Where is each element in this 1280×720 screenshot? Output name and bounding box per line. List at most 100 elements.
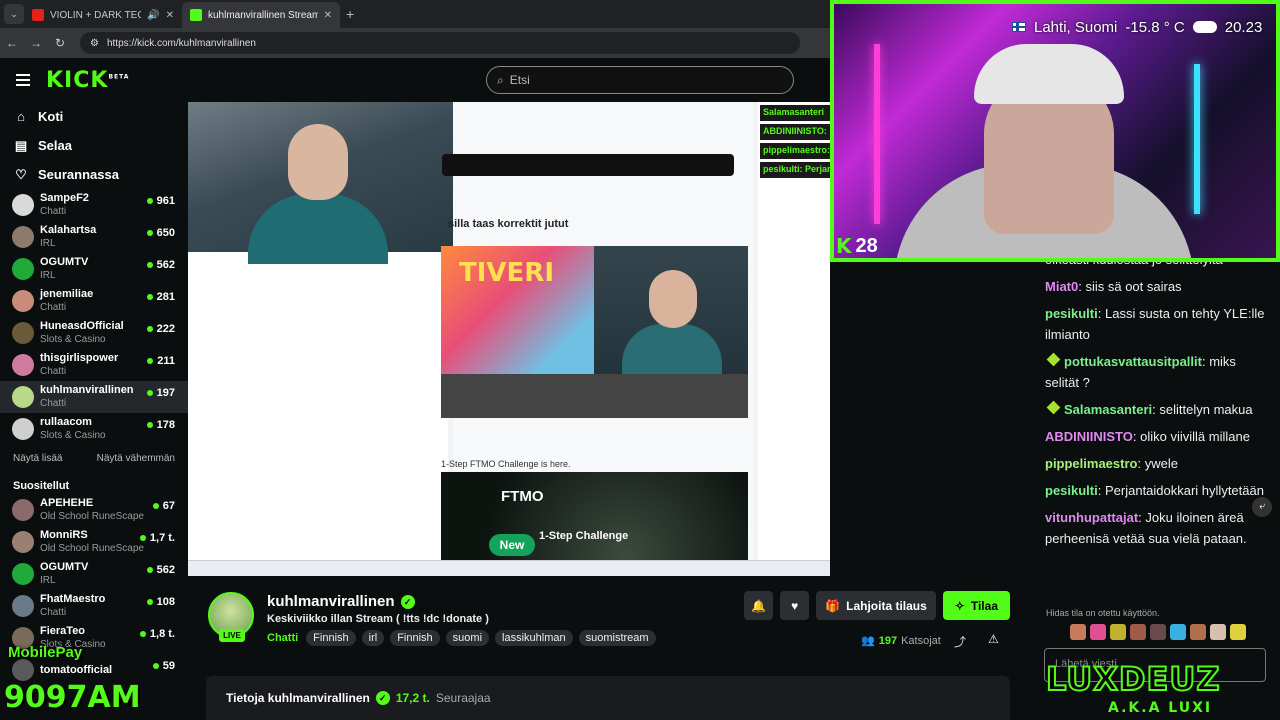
new-tab-icon[interactable]: + (346, 6, 354, 22)
live-dot-icon (146, 599, 153, 605)
channel-meta: OGUMTV IRL (40, 256, 88, 282)
channel-name: OGUMTV (40, 256, 89, 268)
show-less-link[interactable]: Näytä vähemmän (97, 453, 175, 464)
emote-icon[interactable] (1130, 624, 1146, 640)
close-icon[interactable]: ✕ (166, 10, 174, 21)
site-info-icon[interactable]: ⚙ (90, 38, 99, 49)
about-title: Tietoja kuhlmanvirallinen (226, 691, 370, 705)
share-icon[interactable]: ⤴ (954, 633, 966, 650)
emote-bar (1070, 624, 1246, 640)
viewer-number: 67 (162, 500, 175, 512)
badge-icon (1046, 400, 1061, 415)
sidebar-channel-ogumtv[interactable]: OGUMTV IRL 562 (0, 558, 188, 590)
sidebar-channel-kalahartsa[interactable]: Kalahartsa IRL 650 (0, 221, 188, 253)
chat-username[interactable]: pesikulti (1045, 306, 1098, 321)
tag-chip[interactable]: irl (361, 630, 385, 646)
sidebar-channel-huneasdofficial[interactable]: HuneasdOfficial Slots & Casino 222 (0, 317, 188, 349)
kick-logo[interactable]: KICKBETA (46, 68, 129, 93)
avatar (12, 563, 34, 585)
url-field[interactable]: ⚙ https://kick.com/kuhlmanvirallinen (80, 32, 800, 54)
nav-item-selaa[interactable]: ▤ Selaa (0, 131, 188, 160)
tag-chip[interactable]: lassikuhlman (495, 630, 573, 646)
subscribe-button[interactable]: ✧ Tilaa (942, 591, 1010, 620)
guest-head (288, 124, 348, 200)
viewer-number: 197 (878, 634, 898, 647)
channel-category: IRL (40, 238, 56, 249)
emote-icon[interactable] (1090, 624, 1106, 640)
back-icon[interactable]: ← (0, 36, 24, 50)
avatar (12, 194, 34, 216)
emote-icon[interactable] (1150, 624, 1166, 640)
chat-username[interactable]: pesikulti (1045, 483, 1098, 498)
channel-meta: thisgirlispower Chatti (40, 352, 118, 378)
report-icon[interactable]: ⚠ (988, 632, 999, 646)
followers-count: 17,2 t. (395, 691, 430, 705)
streamer-cap (974, 44, 1124, 104)
emote-icon[interactable] (1110, 624, 1126, 640)
nav-item-koti[interactable]: ⌂ Koti (0, 102, 188, 131)
inner-chat-line: Salamasanteri (760, 105, 830, 121)
sidebar-channel-rullaacom[interactable]: rullaacom Slots & Casino 178 (0, 413, 188, 445)
chat-username[interactable]: pippelimaestro (1045, 456, 1137, 471)
audio-icon[interactable]: 🔊 (147, 10, 159, 21)
avatar (12, 386, 34, 408)
channel-name: kuhlmanvirallinen (40, 384, 134, 396)
video-player[interactable]: silla taas korrektit jutut TIVERI 1-Step… (188, 102, 830, 576)
sidebar-channel-fhatmaestro[interactable]: FhatMaestro Chatti 108 (0, 590, 188, 622)
channel-info: LIVE kuhlmanvirallinen ✓ Keskiviikko ill… (188, 576, 1030, 720)
sidebar-channel-monnirs[interactable]: MonniRS Old School RuneScape 1,7 t. (0, 526, 188, 558)
show-more-link[interactable]: Näytä lisää (13, 453, 62, 464)
emote-icon[interactable] (1170, 624, 1186, 640)
viewer-count: 961 (146, 195, 175, 207)
sidebar-channel-kuhlmanvirallinen[interactable]: kuhlmanvirallinen Chatti 197 (0, 381, 188, 413)
heart-icon[interactable]: ♥ (780, 591, 810, 620)
gift-sub-button[interactable]: 🎁 Lahjoita tilaus (816, 591, 936, 620)
channel-meta: jenemiliae Chatti (40, 288, 93, 314)
emote-icon[interactable] (1210, 624, 1226, 640)
browser-tab-1[interactable]: kuhlmanvirallinen Stream - Wa ✕ (182, 2, 340, 28)
chat-message: pesikulti: Lassi susta on tehty YLE:lle … (1030, 300, 1280, 348)
tag-chip[interactable]: suomi (445, 630, 490, 646)
chat-message: pottukasvattausitpallit: miks selität ? (1030, 348, 1280, 396)
chat-username[interactable]: ABDINIINISTO (1045, 429, 1133, 444)
tag-chip[interactable]: Finnish (306, 630, 356, 646)
chat-username[interactable]: pottukasvattausitpallit (1064, 354, 1202, 369)
emote-icon[interactable] (1230, 624, 1246, 640)
live-dot-icon (146, 198, 153, 204)
nav-item-seurannassa[interactable]: ♡ Seurannassa (0, 160, 188, 189)
live-dot-icon (146, 390, 153, 396)
channel-name[interactable]: kuhlmanvirallinen (267, 593, 395, 610)
home-icon: ⌂ (17, 109, 25, 124)
sidebar-channel-thisgirlispower[interactable]: thisgirlispower Chatti 211 (0, 349, 188, 381)
notification-bell-icon[interactable]: 🔔 (744, 591, 774, 620)
chat-username[interactable]: Salamasanteri (1064, 402, 1152, 417)
search-input[interactable]: ⌕ Etsi (486, 66, 794, 94)
close-icon[interactable]: ✕ (324, 10, 332, 21)
chat-colon: : (1137, 456, 1145, 471)
tab-search-icon[interactable]: ⌄ (4, 4, 24, 24)
reload-icon[interactable]: ↻ (48, 36, 72, 50)
tag-chip[interactable]: suomistream (578, 630, 656, 646)
chat-colon: : (1097, 483, 1105, 498)
sidebar-channel-jenemiliae[interactable]: jenemiliae Chatti 281 (0, 285, 188, 317)
followed-more-row: Näytä lisää Näytä vähemmän (0, 445, 188, 472)
sidebar-channel-sampef2[interactable]: SampeF2 Chatti 961 (0, 189, 188, 221)
emote-icon[interactable] (1190, 624, 1206, 640)
chat-message: pesikulti: Perjantaidokkari hyllytetään (1030, 477, 1280, 504)
browser-tab-0[interactable]: VIOLIN + DARK TECHNO / 🔊 ✕ (24, 2, 182, 28)
chat-username[interactable]: Miat0 (1045, 279, 1078, 294)
viewers-icon: 👥 (861, 635, 875, 647)
category-link[interactable]: Chatti (267, 632, 298, 644)
viewer-number: 108 (156, 596, 175, 608)
site-header: KICKBETA ⌕ Etsi (0, 58, 830, 102)
forward-icon[interactable]: → (24, 36, 48, 50)
viewer-number: 650 (156, 227, 175, 239)
chat-username[interactable]: vitunhupattajat (1045, 510, 1138, 525)
scroll-to-latest-icon[interactable]: ⤶ (1252, 497, 1272, 517)
menu-icon[interactable] (16, 71, 30, 89)
sidebar-channel-ogumtv[interactable]: OGUMTV IRL 562 (0, 253, 188, 285)
emote-icon[interactable] (1070, 624, 1086, 640)
sidebar-channel-apehehe[interactable]: APEHEHE Old School RuneScape 67 (0, 494, 188, 526)
tag-chip[interactable]: Finnish (390, 630, 440, 646)
about-panel: Tietoja kuhlmanvirallinen ✓ 17,2 t. Seur… (206, 676, 1010, 720)
